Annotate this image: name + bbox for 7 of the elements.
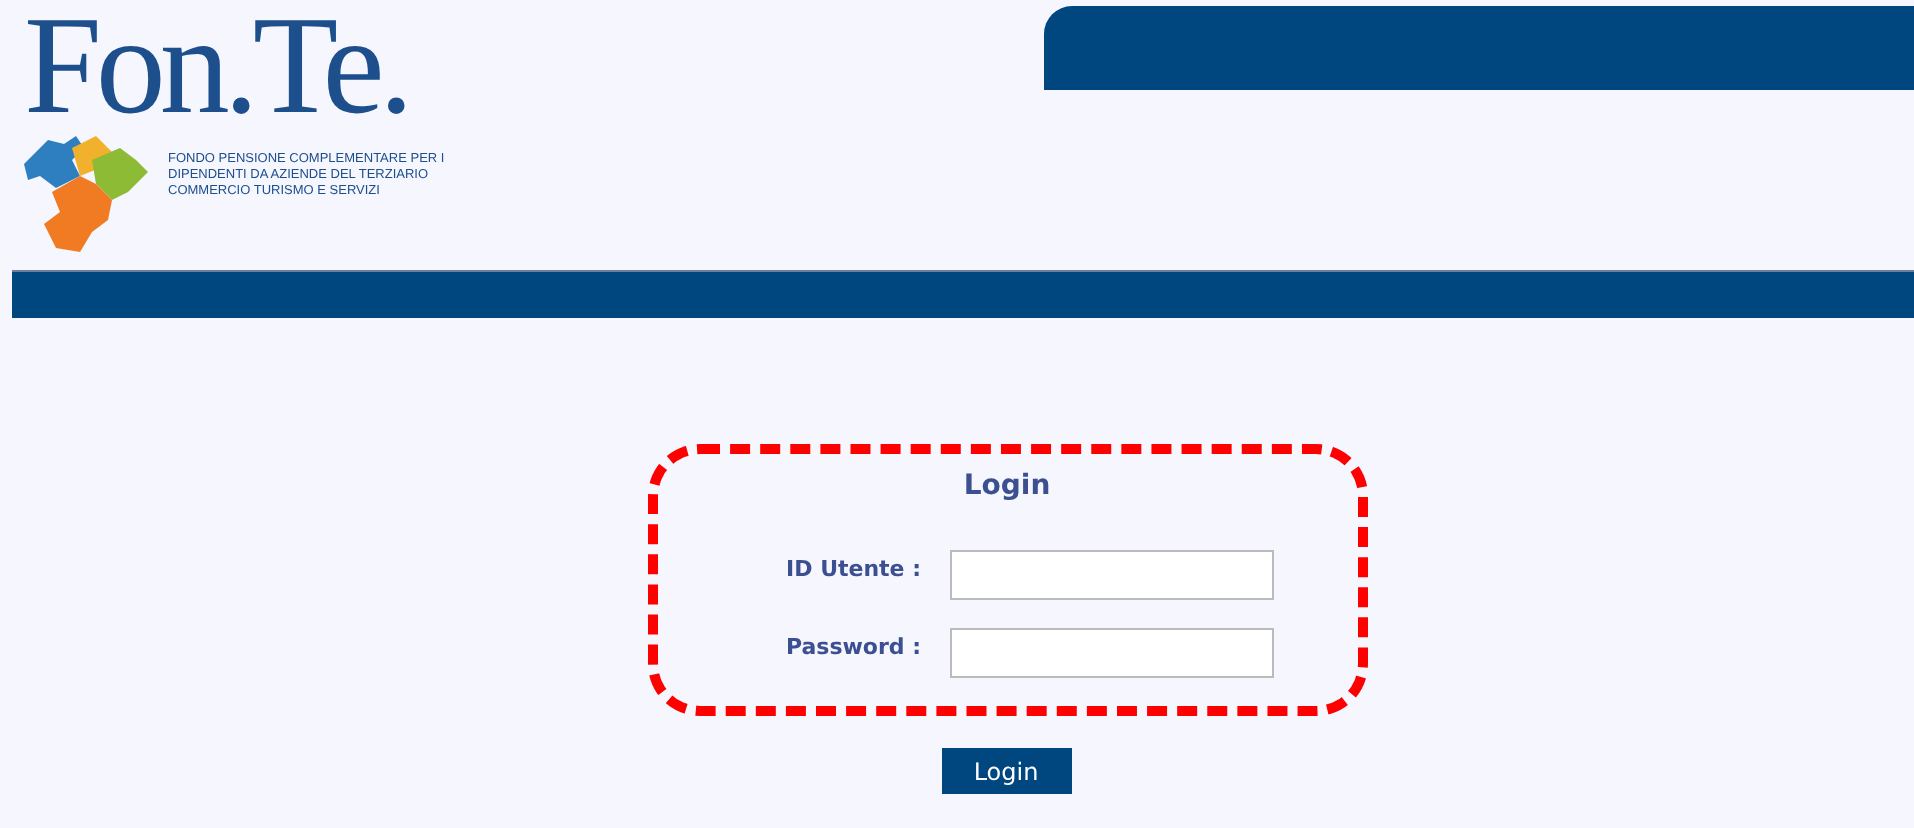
username-field[interactable] xyxy=(949,550,1273,600)
login-title: Login xyxy=(963,470,1051,506)
login-button[interactable]: Login xyxy=(941,748,1071,794)
field-label: Password : xyxy=(783,634,921,664)
field-label: ID Utente : xyxy=(784,556,921,586)
logo-text: Fon.Te. xyxy=(24,4,408,132)
password-field[interactable] xyxy=(949,628,1273,678)
